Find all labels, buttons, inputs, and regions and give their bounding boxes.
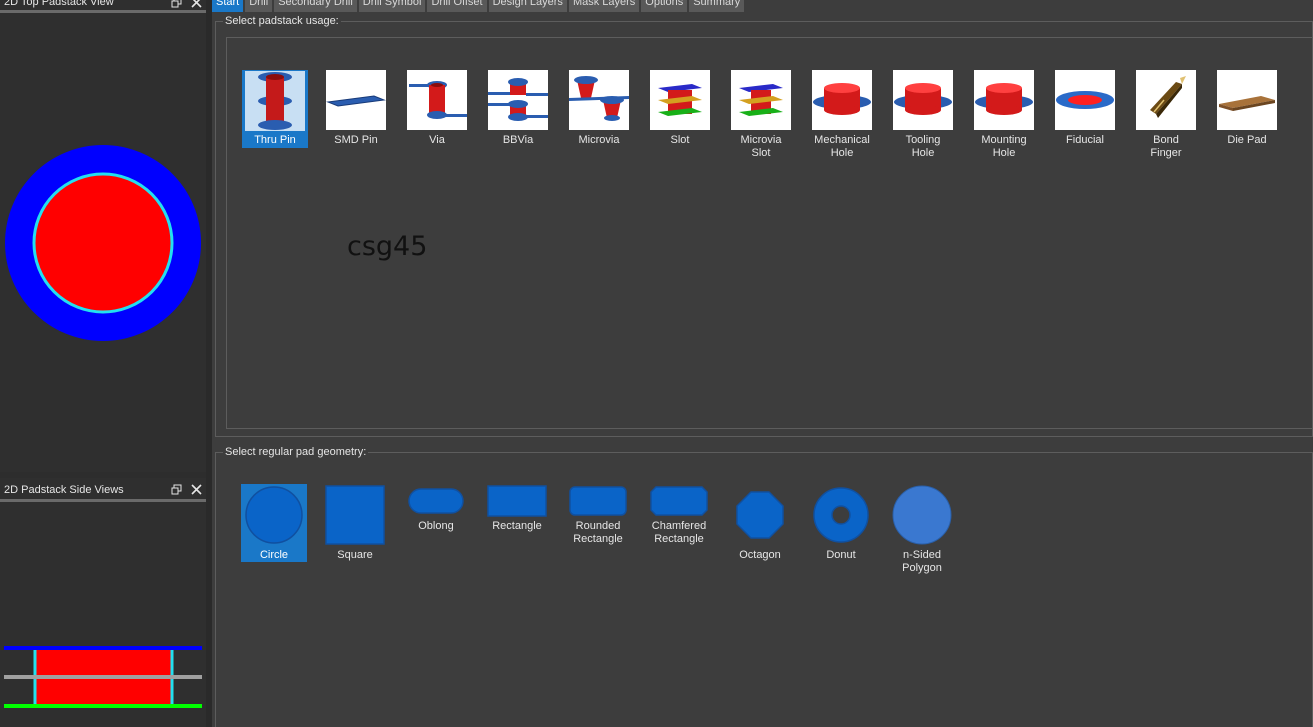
usage-slot[interactable]: Slot [647,70,713,147]
geometry-n-sided-polygon[interactable]: n-Sided Polygon [889,484,955,575]
geometry-label: Rectangle [492,520,542,532]
usage-thru-pin[interactable]: Thru Pin [242,70,308,148]
pad-geometry-label: Select regular pad geometry: [223,446,369,458]
usage-fiducial[interactable]: Fiducial [1052,70,1118,147]
fiducial-icon [1055,70,1115,130]
geometry-label: Square [337,549,373,561]
padstack-usage-group: Select padstack usage: Thru Pin SMD Pin … [215,15,1313,437]
usage-label: Bond Finger [1150,134,1182,159]
rectangle-shape-icon [487,484,547,517]
usage-bond-finger[interactable]: Bond Finger [1133,70,1199,160]
top-view-canvas [5,145,201,341]
geometry-label: Donut [826,549,856,561]
circle-shape-icon [244,484,304,546]
usage-label: Tooling Hole [905,134,941,159]
usage-tooling-hole[interactable]: Tooling Hole [890,70,956,160]
usage-label: Microvia [578,134,620,146]
usage-label: Mounting Hole [981,134,1027,159]
mounting-hole-icon [974,70,1034,130]
tab-start[interactable]: Start [212,0,244,12]
geometry-octagon[interactable]: Octagon [727,484,793,562]
geometry-label: Oblong [418,520,454,532]
usage-microvia-slot[interactable]: Microvia Slot [728,70,794,160]
geometry-label: n-Sided Polygon [902,549,942,574]
geometry-chamfered-rectangle[interactable]: Chamfered Rectangle [646,484,712,546]
n-sided-polygon-shape-icon [892,484,952,546]
geometry-label: Rounded Rectangle [573,520,623,545]
chamfered-rectangle-shape-icon [649,484,709,517]
usage-label: Via [429,134,445,146]
microvia-slot-icon [731,70,791,130]
geometry-circle[interactable]: Circle [241,484,307,562]
tab-secondary-drill[interactable]: Secondary Drill [274,0,357,12]
usage-die-pad[interactable]: Die Pad [1214,70,1280,147]
padstack-usage-panel: Thru Pin SMD Pin Via BBVia Microvia Slot… [226,37,1313,429]
tooling-hole-icon [893,70,953,130]
mechanical-hole-icon [812,70,872,130]
geometry-oblong[interactable]: Oblong [403,484,469,533]
usage-label: Die Pad [1227,134,1267,146]
tab-summary[interactable]: Summary [689,0,745,12]
geometry-label: Octagon [739,549,781,561]
geometry-square[interactable]: Square [322,484,388,562]
geometry-rectangle[interactable]: Rectangle [484,484,550,533]
tab-drill[interactable]: Drill [245,0,273,12]
side-view-canvas [4,646,202,708]
float-panel-icon[interactable] [166,0,186,10]
editor-tabs: Start Drill Secondary Drill Drill Symbol… [212,0,745,12]
padstack-usage-label: Select padstack usage: [223,15,341,27]
geometry-label: Circle [259,549,289,561]
geometry-label: Chamfered Rectangle [651,520,707,545]
via-icon [407,70,467,130]
die-pad-icon [1217,70,1277,130]
usage-label: Fiducial [1066,134,1104,146]
padstack-editor-main: Start Drill Secondary Drill Drill Symbol… [212,0,1313,727]
drill-hole-circle [32,172,174,314]
usage-label: SMD Pin [334,134,378,146]
donut-shape-icon [811,484,871,546]
usage-smd-pin[interactable]: SMD Pin [323,70,389,147]
usage-label: Slot [670,134,690,146]
oblong-shape-icon [406,484,466,517]
padstack-name-watermark: csg45 [347,231,428,262]
pad-geometry-group: Select regular pad geometry: Circle Squa… [215,446,1313,727]
geometry-rounded-rectangle[interactable]: Rounded Rectangle [565,484,631,546]
usage-via[interactable]: Via [404,70,470,147]
square-shape-icon [325,484,385,546]
close-panel-icon[interactable] [186,482,206,498]
bond-finger-icon [1136,70,1196,130]
close-panel-icon[interactable] [186,0,206,10]
top-view-header: 2D Top Padstack View [0,0,206,12]
side-view-title: 2D Padstack Side Views [4,483,124,496]
usage-label: Thru Pin [254,134,296,146]
usage-microvia[interactable]: Microvia [566,70,632,147]
geometry-donut[interactable]: Donut [808,484,874,562]
rounded-rectangle-shape-icon [568,484,628,517]
side-padstack-view-panel: 2D Padstack Side Views [0,478,206,727]
tab-mask-layers[interactable]: Mask Layers [568,0,640,12]
usage-label: Microvia Slot [740,134,782,159]
usage-label: Mechanical Hole [814,134,870,159]
usage-bbvia[interactable]: BBVia [485,70,551,147]
tab-drill-symbol[interactable]: Drill Symbol [358,0,426,12]
octagon-shape-icon [730,484,790,546]
tab-options[interactable]: Options [641,0,688,12]
float-panel-icon[interactable] [166,482,186,498]
smd-pin-icon [326,70,386,130]
side-view-header: 2D Padstack Side Views [0,480,206,502]
thru-pin-icon [245,71,305,131]
top-view-title: 2D Top Padstack View [4,0,114,8]
microvia-icon [569,70,629,130]
tab-design-layers[interactable]: Design Layers [488,0,567,12]
tab-drill-offset[interactable]: Drill Offset [427,0,487,12]
slot-icon [650,70,710,130]
usage-label: BBVia [502,134,534,146]
usage-mechanical-hole[interactable]: Mechanical Hole [809,70,875,160]
bbvia-icon [488,70,548,130]
usage-mounting-hole[interactable]: Mounting Hole [971,70,1037,160]
top-padstack-view-panel: 2D Top Padstack View [0,0,206,472]
